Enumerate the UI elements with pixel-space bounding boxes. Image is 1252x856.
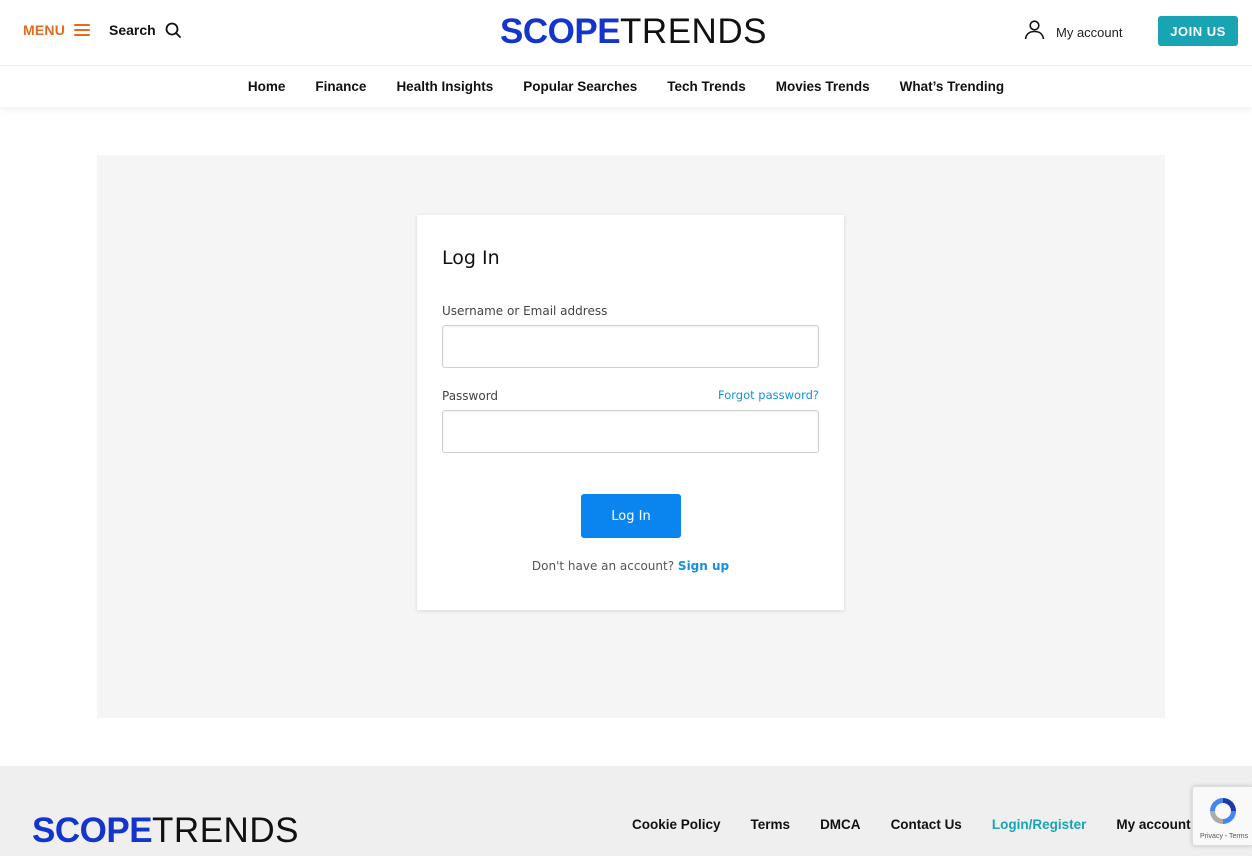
site-logo[interactable]: SCOPE TRENDS — [500, 13, 767, 51]
nav-item-whats-trending[interactable]: What’s Trending — [900, 79, 1005, 94]
menu-label: MENU — [23, 22, 66, 38]
logo-trends-text: TRENDS — [620, 12, 767, 51]
footer-link-login-register[interactable]: Login/Register — [992, 817, 1087, 832]
footer-logo-trends-text: TRENDS — [152, 811, 299, 850]
signup-prompt: Don't have an account? Sign up — [417, 559, 844, 573]
site-header: MENU Search SCOPE TRENDS My account JOIN … — [0, 0, 1252, 66]
logo-scope-text: SCOPE — [500, 12, 621, 51]
login-card: Log In Username or Email address Passwor… — [417, 215, 844, 610]
password-input[interactable] — [442, 410, 819, 453]
footer-logo-scope-text: SCOPE — [32, 811, 153, 850]
footer-link-dmca[interactable]: DMCA — [820, 817, 861, 832]
site-footer: SCOPE TRENDS Cookie Policy Terms DMCA Con… — [0, 766, 1252, 856]
recaptcha-privacy-terms[interactable]: Privacy - Terms — [1200, 833, 1248, 840]
password-label: Password — [442, 389, 499, 403]
recaptcha-icon — [1207, 795, 1239, 827]
nav-item-health-insights[interactable]: Health Insights — [396, 79, 493, 94]
footer-link-contact-us[interactable]: Contact Us — [891, 817, 962, 832]
login-title: Log In — [442, 247, 500, 269]
username-label: Username or Email address — [442, 304, 608, 318]
nav-item-movies-trends[interactable]: Movies Trends — [776, 79, 870, 94]
my-account-label: My account — [1056, 24, 1123, 40]
footer-link-terms[interactable]: Terms — [751, 817, 791, 832]
footer-link-my-account[interactable]: My account — [1116, 817, 1190, 832]
no-account-text: Don't have an account? — [531, 559, 675, 573]
join-us-button[interactable]: JOIN US — [1158, 16, 1238, 46]
nav-item-popular-searches[interactable]: Popular Searches — [523, 79, 637, 94]
hamburger-icon — [74, 24, 91, 36]
footer-link-cookie-policy[interactable]: Cookie Policy — [632, 817, 721, 832]
my-account-link[interactable]: My account — [1024, 19, 1122, 45]
nav-item-tech-trends[interactable]: Tech Trends — [667, 79, 746, 94]
user-icon — [1024, 19, 1045, 45]
footer-nav: Cookie Policy Terms DMCA Contact Us Logi… — [632, 817, 1191, 832]
username-input[interactable] — [442, 325, 819, 368]
footer-logo[interactable]: SCOPE TRENDS — [32, 812, 299, 850]
search-button[interactable]: Search — [109, 22, 181, 38]
recaptcha-badge[interactable]: Privacy - Terms — [1192, 786, 1252, 846]
main-nav: Home Finance Health Insights Popular Sea… — [0, 66, 1252, 107]
signup-link[interactable]: Sign up — [678, 559, 729, 573]
forgot-password-link[interactable]: Forgot password? — [718, 388, 819, 402]
search-label: Search — [109, 22, 156, 38]
nav-item-finance[interactable]: Finance — [315, 79, 366, 94]
nav-item-home[interactable]: Home — [248, 79, 286, 94]
menu-button[interactable]: MENU — [23, 22, 91, 38]
search-icon — [165, 22, 181, 38]
login-button[interactable]: Log In — [581, 494, 681, 538]
